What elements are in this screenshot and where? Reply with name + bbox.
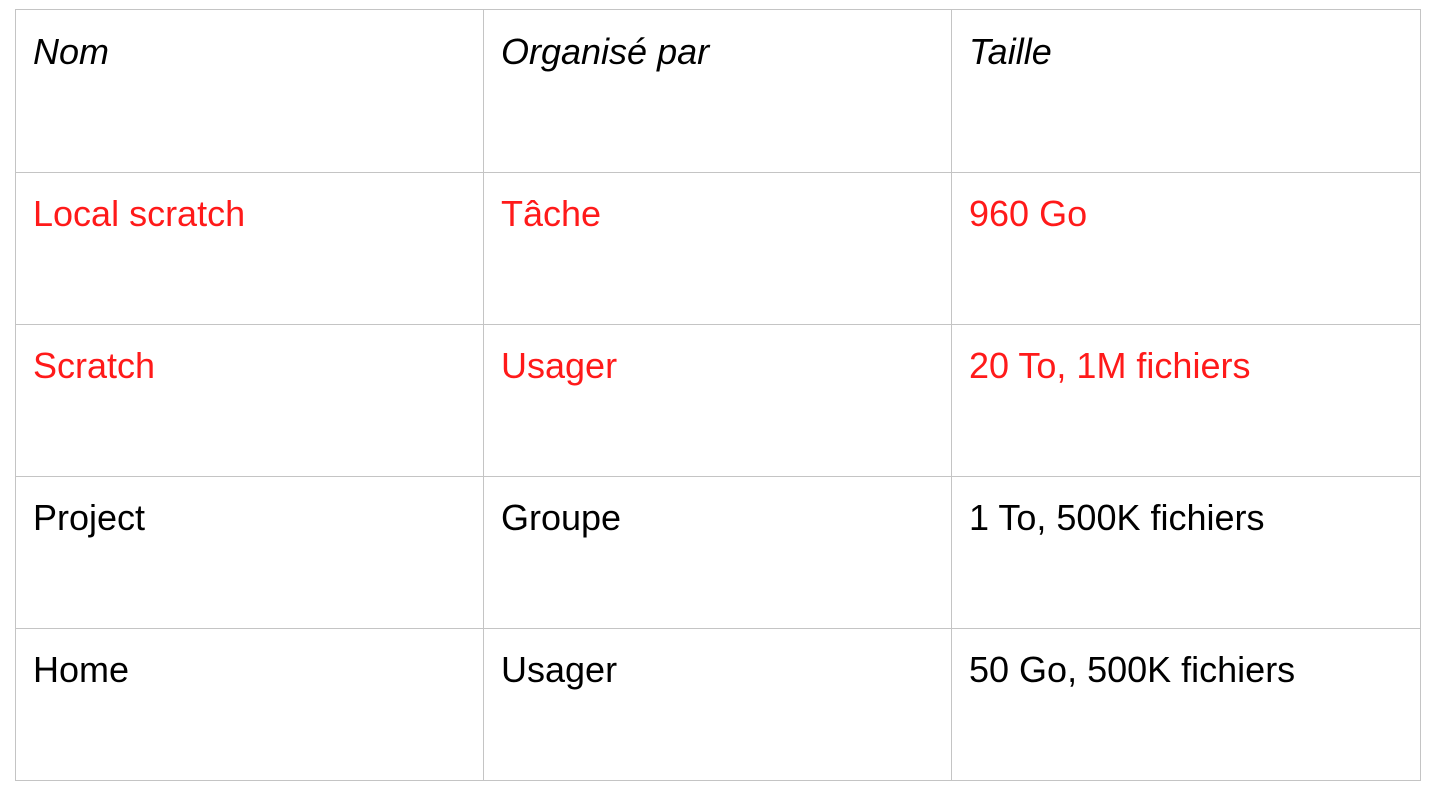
cell-organise-par-text: Usager (501, 345, 618, 386)
cell-nom-text: Home (33, 649, 130, 690)
header-taille-label: Taille (969, 31, 1052, 72)
cell-taille-text: 960 Go (969, 193, 1088, 234)
cell-taille-text: 1 To, 500K fichiers (969, 497, 1265, 538)
cell-nom: Project (15, 476, 484, 629)
header-nom: Nom (15, 9, 484, 173)
header-organise-par: Organisé par (483, 9, 952, 173)
cell-nom: Home (15, 628, 484, 781)
cell-nom-text: Local scratch (33, 193, 246, 234)
cell-organise-par: Groupe (483, 476, 952, 629)
table-row: Scratch Usager 20 To, 1M fichiers (15, 324, 1421, 477)
header-organise-par-label: Organisé par (501, 31, 710, 72)
cell-taille: 1 To, 500K fichiers (951, 476, 1421, 629)
cell-taille: 960 Go (951, 172, 1421, 325)
table-row: Home Usager 50 Go, 500K fichiers (15, 628, 1421, 781)
cell-nom: Local scratch (15, 172, 484, 325)
cell-nom: Scratch (15, 324, 484, 477)
cell-taille: 20 To, 1M fichiers (951, 324, 1421, 477)
table-row: Project Groupe 1 To, 500K fichiers (15, 476, 1421, 629)
cell-organise-par: Tâche (483, 172, 952, 325)
cell-taille-text: 20 To, 1M fichiers (969, 345, 1251, 386)
cell-organise-par: Usager (483, 628, 952, 781)
storage-table-container: Nom Organisé par Taille Local scratch Tâ… (15, 9, 1421, 781)
cell-organise-par-text: Groupe (501, 497, 622, 538)
storage-table: Nom Organisé par Taille Local scratch Tâ… (15, 9, 1421, 781)
cell-organise-par-text: Tâche (501, 193, 602, 234)
table-header-row: Nom Organisé par Taille (15, 9, 1421, 173)
cell-organise-par: Usager (483, 324, 952, 477)
cell-organise-par-text: Usager (501, 649, 618, 690)
cell-nom-text: Project (33, 497, 146, 538)
header-nom-label: Nom (33, 31, 110, 72)
table-row: Local scratch Tâche 960 Go (15, 172, 1421, 325)
header-taille: Taille (951, 9, 1421, 173)
cell-taille-text: 50 Go, 500K fichiers (969, 649, 1296, 690)
cell-taille: 50 Go, 500K fichiers (951, 628, 1421, 781)
cell-nom-text: Scratch (33, 345, 156, 386)
